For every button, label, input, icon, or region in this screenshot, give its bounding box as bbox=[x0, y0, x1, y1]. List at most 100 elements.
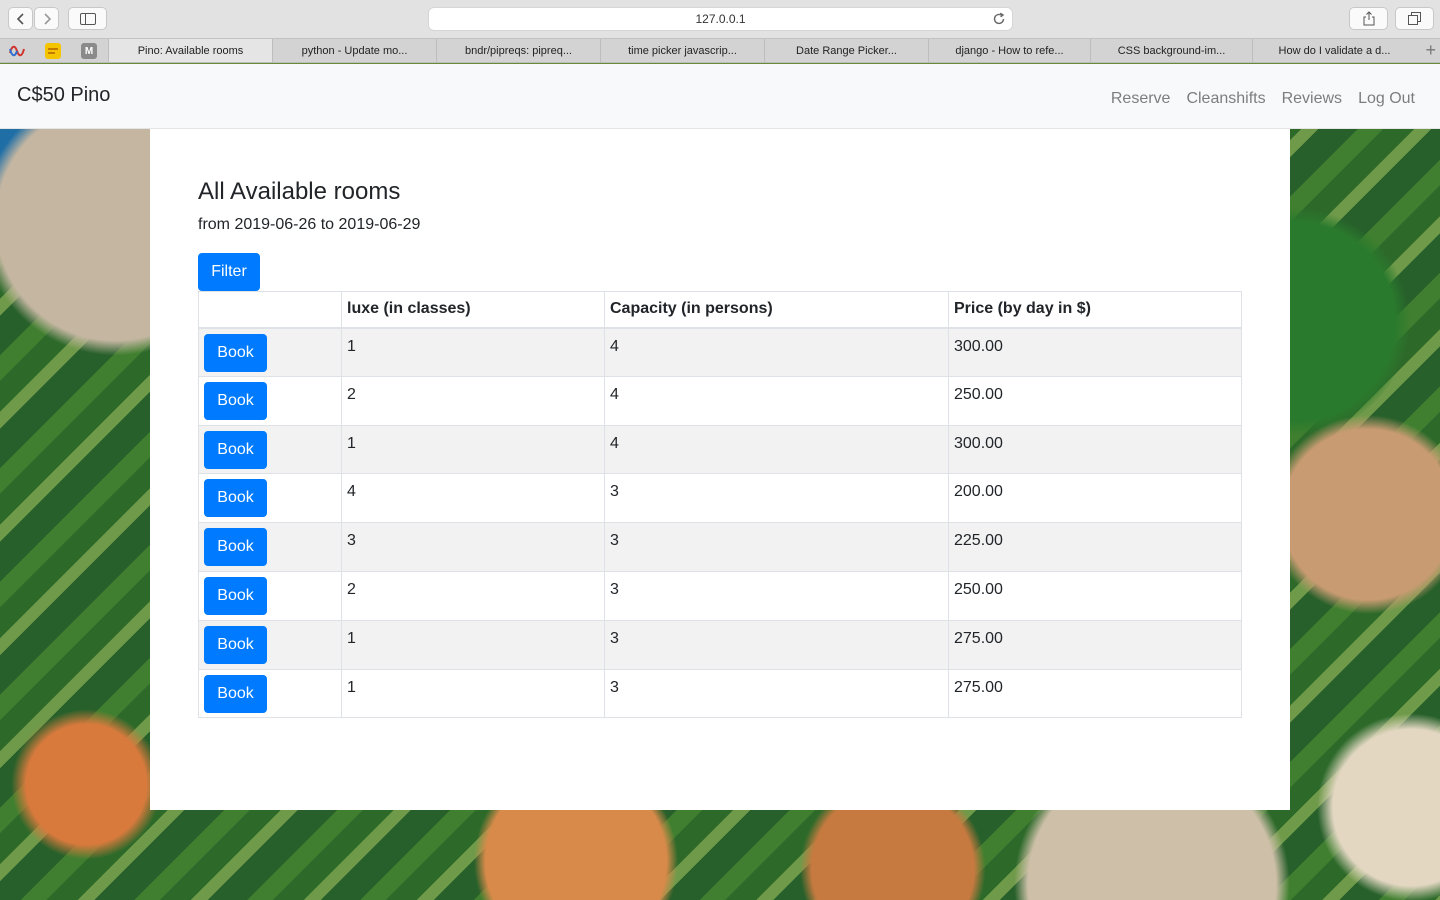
book-cell: Book bbox=[198, 619, 342, 670]
nav-link-reviews[interactable]: Reviews bbox=[1282, 90, 1342, 108]
price-cell: 300.00 bbox=[948, 424, 1242, 475]
sidebar-toggle-button[interactable] bbox=[68, 7, 107, 30]
wave-favicon-icon[interactable] bbox=[9, 43, 25, 59]
nav-link-cleanshifts[interactable]: Cleanshifts bbox=[1186, 90, 1265, 108]
table-row: Book 1 4 300.00 bbox=[198, 424, 1242, 475]
luxe-cell: 2 bbox=[341, 375, 605, 426]
tab-label: django - How to refe... bbox=[955, 44, 1064, 57]
luxe-cell: 3 bbox=[341, 522, 605, 572]
table-row: Book 2 3 250.00 bbox=[198, 570, 1242, 621]
book-cell: Book bbox=[198, 522, 342, 572]
chevron-left-icon bbox=[16, 12, 24, 25]
chevron-right-icon bbox=[43, 12, 51, 25]
price-cell: 300.00 bbox=[948, 327, 1242, 377]
table-row: Book 1 3 275.00 bbox=[198, 668, 1242, 719]
tab-label: time picker javascrip... bbox=[628, 44, 737, 57]
page-title: All Available rooms bbox=[198, 178, 401, 205]
column-header-action bbox=[198, 291, 342, 329]
tab-label: CSS background-im... bbox=[1117, 44, 1226, 57]
luxe-cell: 1 bbox=[341, 424, 605, 475]
new-tab-button[interactable]: + bbox=[1425, 40, 1436, 60]
tab-label: Pino: Available rooms bbox=[137, 44, 244, 57]
nav-links: Reserve Cleanshifts Reviews Log Out bbox=[1111, 90, 1415, 108]
sticky-note-favicon-icon[interactable] bbox=[45, 43, 61, 59]
tab-time-picker[interactable]: time picker javascrip... bbox=[600, 39, 764, 62]
capacity-cell: 4 bbox=[604, 424, 949, 475]
table-row: Book 1 4 300.00 bbox=[198, 327, 1242, 377]
browser-toolbar: 127.0.0.1 bbox=[0, 0, 1440, 38]
table-row: Book 1 3 275.00 bbox=[198, 619, 1242, 670]
column-header-luxe: luxe (in classes) bbox=[341, 291, 605, 329]
luxe-cell: 1 bbox=[341, 619, 605, 670]
book-button[interactable]: Book bbox=[204, 528, 267, 567]
filter-button[interactable]: Filter bbox=[198, 253, 260, 291]
table-row: Book 4 3 200.00 bbox=[198, 473, 1242, 524]
address-bar[interactable]: 127.0.0.1 bbox=[428, 7, 1013, 31]
m-favicon-letter: M bbox=[84, 45, 94, 57]
book-button[interactable]: Book bbox=[204, 381, 267, 420]
m-favicon-icon[interactable]: M bbox=[81, 43, 97, 59]
back-button[interactable] bbox=[8, 7, 33, 30]
tab-bar: M Pino: Available rooms python - Update … bbox=[0, 38, 1440, 63]
tab-python-update[interactable]: python - Update mo... bbox=[272, 39, 436, 62]
brand-link[interactable]: C$50 Pino bbox=[17, 84, 110, 107]
tab-label: Date Range Picker... bbox=[796, 44, 897, 57]
tab-css-background[interactable]: CSS background-im... bbox=[1090, 39, 1252, 62]
capacity-cell: 3 bbox=[604, 473, 949, 524]
nav-link-reserve[interactable]: Reserve bbox=[1111, 90, 1171, 108]
book-cell: Book bbox=[198, 375, 342, 426]
site-navbar: C$50 Pino Reserve Cleanshifts Reviews Lo… bbox=[0, 64, 1440, 129]
tab-validate[interactable]: How do I validate a d... bbox=[1252, 39, 1416, 62]
book-cell: Book bbox=[198, 327, 342, 377]
price-cell: 275.00 bbox=[948, 668, 1242, 719]
book-button[interactable]: Book bbox=[204, 625, 267, 664]
capacity-cell: 4 bbox=[604, 375, 949, 426]
luxe-cell: 1 bbox=[341, 327, 605, 377]
capacity-cell: 3 bbox=[604, 668, 949, 719]
forward-button[interactable] bbox=[34, 7, 59, 30]
table-header-row: luxe (in classes) Capacity (in persons) … bbox=[198, 291, 1242, 329]
price-cell: 225.00 bbox=[948, 522, 1242, 572]
book-button[interactable]: Book bbox=[204, 674, 267, 713]
luxe-cell: 4 bbox=[341, 473, 605, 524]
column-header-capacity: Capacity (in persons) bbox=[604, 291, 949, 329]
price-cell: 275.00 bbox=[948, 619, 1242, 670]
tab-label: python - Update mo... bbox=[301, 44, 408, 57]
table-row: Book 2 4 250.00 bbox=[198, 375, 1242, 426]
tab-label: bndr/pipreqs: pipreq... bbox=[464, 44, 572, 57]
book-button[interactable]: Book bbox=[204, 479, 267, 518]
capacity-cell: 3 bbox=[604, 570, 949, 621]
book-cell: Book bbox=[198, 473, 342, 524]
book-button[interactable]: Book bbox=[204, 430, 267, 469]
column-header-price: Price (by day in $) bbox=[948, 291, 1242, 329]
share-icon bbox=[1363, 11, 1374, 26]
luxe-cell: 2 bbox=[341, 570, 605, 621]
book-cell: Book bbox=[198, 668, 342, 719]
share-button[interactable] bbox=[1349, 7, 1388, 30]
book-button[interactable]: Book bbox=[204, 576, 267, 615]
tab-date-range-picker[interactable]: Date Range Picker... bbox=[764, 39, 928, 62]
tab-pipreqs[interactable]: bndr/pipreqs: pipreq... bbox=[436, 39, 600, 62]
rooms-table: luxe (in classes) Capacity (in persons) … bbox=[198, 291, 1242, 719]
book-cell: Book bbox=[198, 424, 342, 475]
date-range-text: from 2019-06-26 to 2019-06-29 bbox=[198, 216, 421, 233]
sidebar-icon bbox=[79, 12, 96, 25]
nav-link-log-out[interactable]: Log Out bbox=[1358, 90, 1415, 108]
price-cell: 200.00 bbox=[948, 473, 1242, 524]
tab-label: How do I validate a d... bbox=[1278, 44, 1391, 57]
tab-django[interactable]: django - How to refe... bbox=[928, 39, 1090, 62]
price-cell: 250.00 bbox=[948, 570, 1242, 621]
reload-icon[interactable] bbox=[992, 12, 1006, 26]
tabs-overview-button[interactable] bbox=[1395, 7, 1434, 30]
capacity-cell: 3 bbox=[604, 522, 949, 572]
table-row: Book 3 3 225.00 bbox=[198, 522, 1242, 572]
capacity-cell: 3 bbox=[604, 619, 949, 670]
book-button[interactable]: Book bbox=[204, 333, 267, 372]
content-card: All Available rooms from 2019-06-26 to 2… bbox=[150, 129, 1290, 810]
luxe-cell: 1 bbox=[341, 668, 605, 719]
book-cell: Book bbox=[198, 570, 342, 621]
capacity-cell: 4 bbox=[604, 327, 949, 377]
url-text: 127.0.0.1 bbox=[695, 12, 746, 26]
price-cell: 250.00 bbox=[948, 375, 1242, 426]
tab-pino-available-rooms[interactable]: Pino: Available rooms bbox=[108, 39, 272, 62]
